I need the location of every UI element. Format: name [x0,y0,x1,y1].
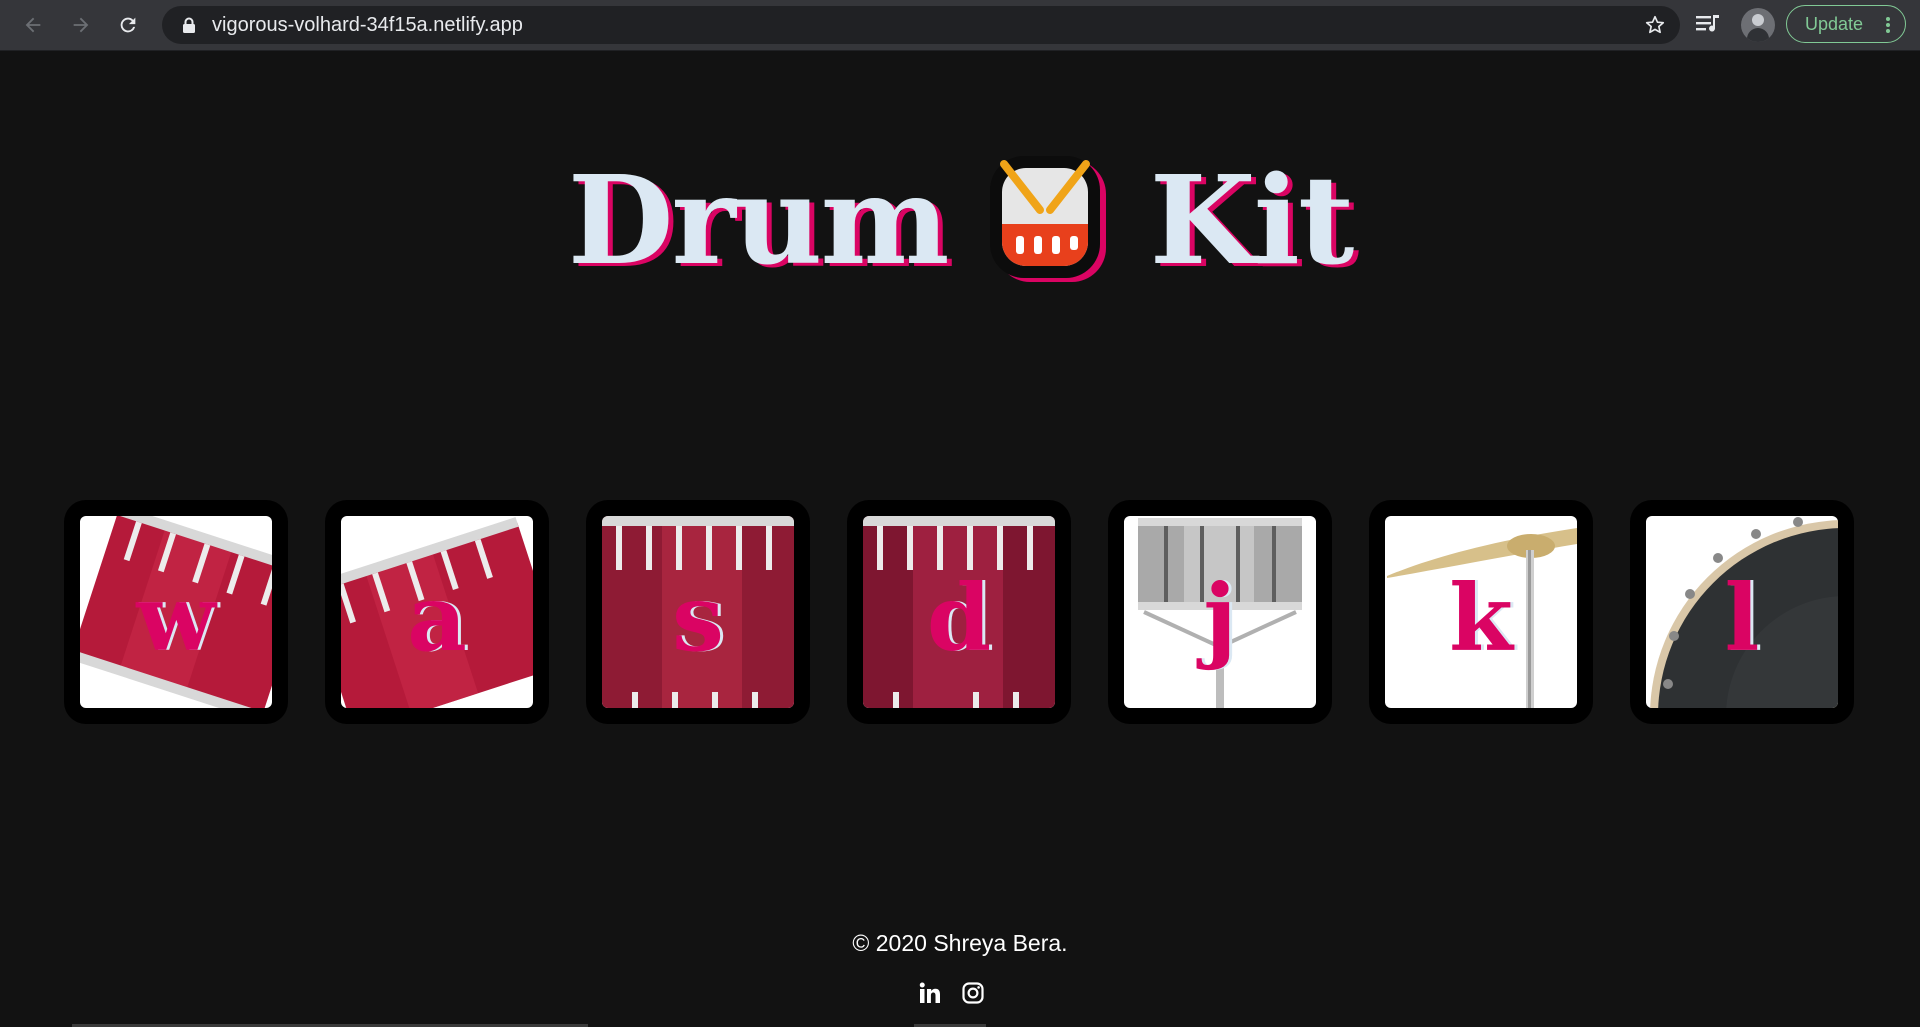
title-word-kit: Kit [1149,148,1355,292]
browser-toolbar: vigorous-volhard-34f15a.netlify.app Upda… [0,0,1920,51]
drum-keys: w a s d j k l [64,500,1856,724]
drum-key-j[interactable]: j [1108,500,1332,724]
drum-key-k[interactable]: k [1369,500,1593,724]
update-button[interactable]: Update [1786,5,1906,43]
instagram-icon[interactable] [962,982,984,1004]
key-letter: d [926,564,992,672]
lock-icon [183,17,195,33]
address-bar[interactable]: vigorous-volhard-34f15a.netlify.app [162,6,1680,44]
key-letter: k [1449,564,1513,672]
forward-arrow-icon [73,17,89,33]
key-letter: s [672,564,724,672]
key-letter: j [1203,564,1237,672]
drum-key-s[interactable]: s [586,500,810,724]
drum-emoji-icon [989,156,1106,282]
key-letter: l [1724,564,1760,672]
back-button[interactable] [18,10,48,40]
drum-key-l[interactable]: l [1630,500,1854,724]
drum-pad: k [1385,516,1577,708]
bookmark-star-icon[interactable] [1644,14,1666,36]
drum-pad: d [863,516,1055,708]
reload-icon [120,17,136,33]
drum-pad: w [80,516,272,708]
update-label: Update [1805,14,1864,34]
key-letter: w [136,564,216,672]
drum-pad: s [602,516,794,708]
drum-pad: l [1646,516,1838,708]
title-word-drum: Drum [567,148,950,292]
drum-key-d[interactable]: d [847,500,1071,724]
url-text: vigorous-volhard-34f15a.netlify.app [212,14,523,36]
forward-button[interactable] [66,10,96,40]
copyright-text: © 2020 Shreya Bera. [852,930,1068,956]
page-title: Drum Kit [0,140,1920,300]
linkedin-icon[interactable] [919,982,941,1004]
kebab-menu-icon [1886,17,1890,33]
media-queue-icon[interactable] [1694,11,1722,37]
drum-pad: a [341,516,533,708]
reload-button[interactable] [113,10,143,40]
back-arrow-icon [25,17,41,33]
drum-key-a[interactable]: a [325,500,549,724]
key-letter: a [407,564,467,672]
profile-avatar[interactable] [1741,8,1775,42]
drum-key-w[interactable]: w [64,500,288,724]
drum-pad: j [1124,516,1316,708]
